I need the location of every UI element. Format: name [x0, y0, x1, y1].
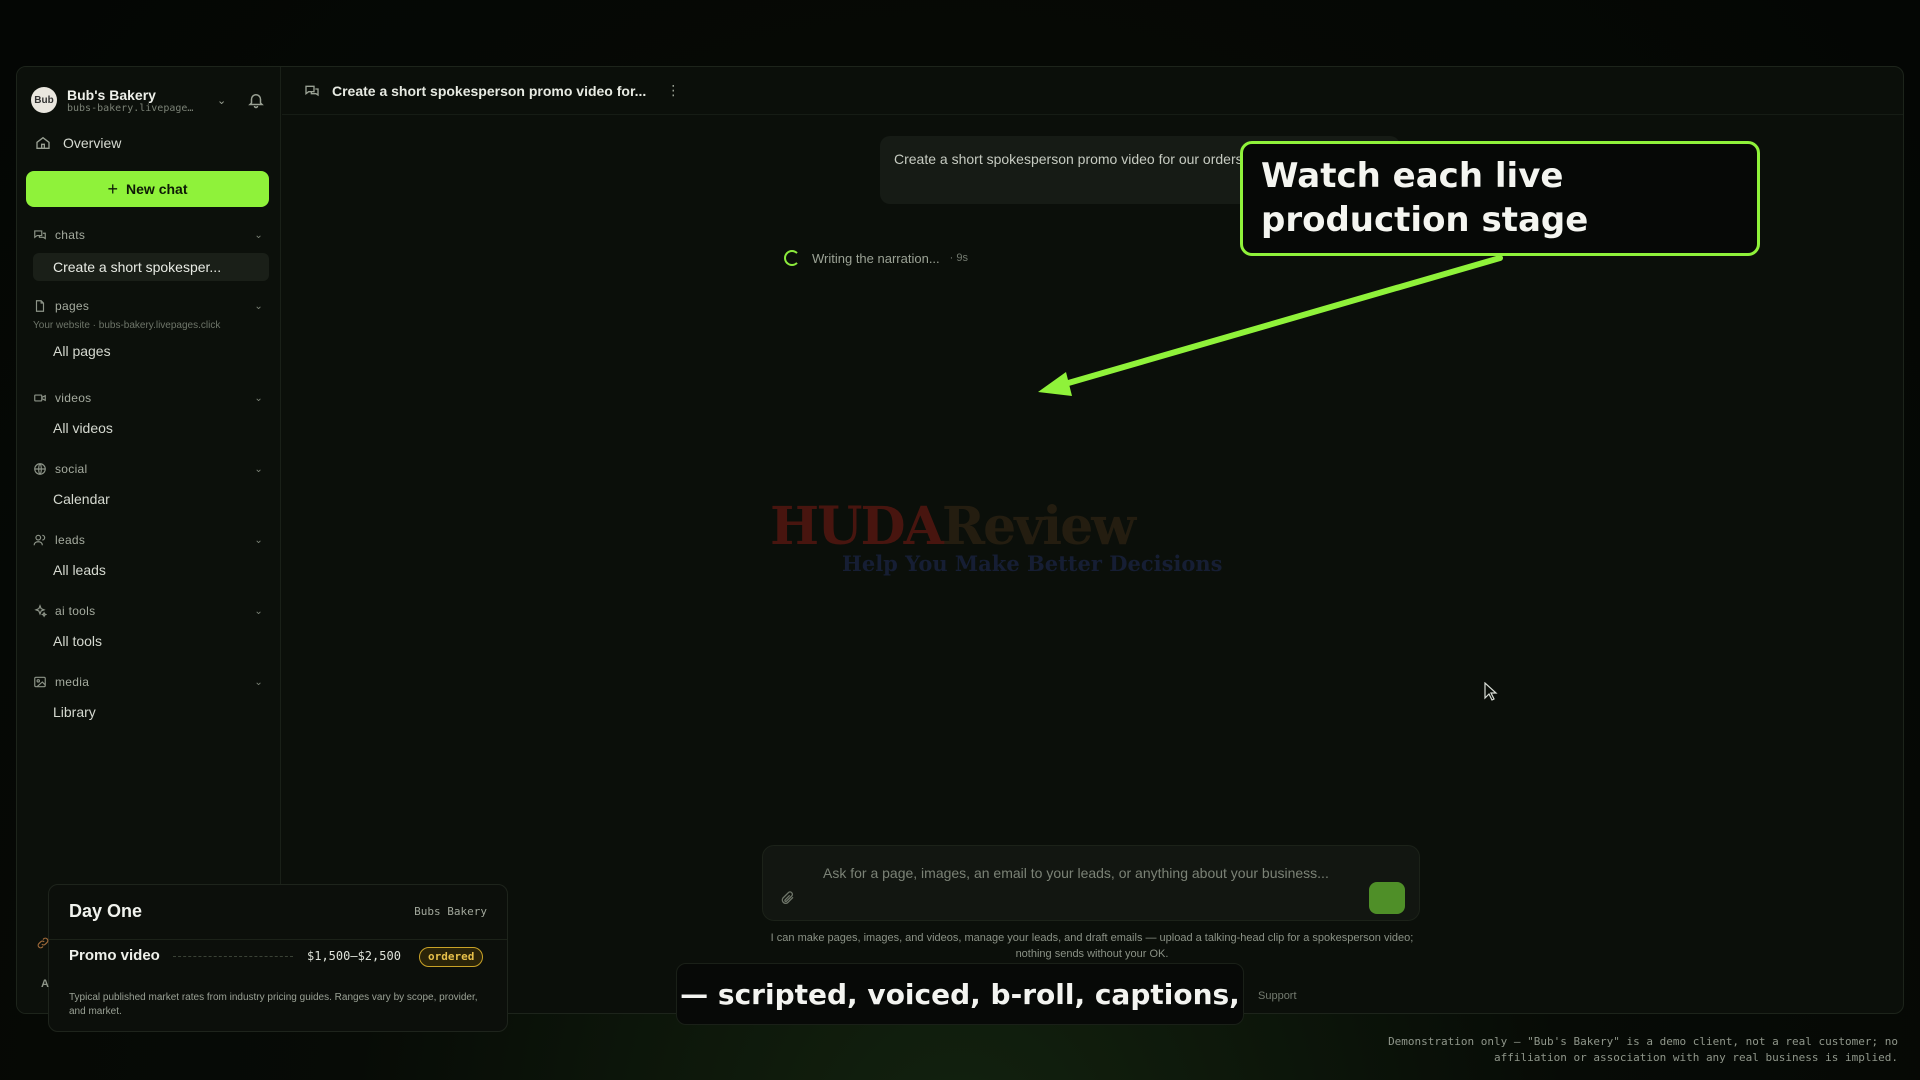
watermark-tagline: Help You Make Better Decisions: [842, 551, 1223, 576]
send-button[interactable]: [1369, 882, 1405, 914]
workspace-name: Bub's Bakery: [67, 86, 156, 103]
section-label: leads: [55, 533, 86, 547]
website-url: Your website · bubs-bakery.livepages.cli…: [33, 320, 221, 331]
sidebar-section-ai-tools: ai tools ⌄ All tools: [33, 603, 263, 649]
sidebar-item-label: Overview: [63, 135, 122, 151]
card-item: Promo video: [69, 947, 160, 964]
sidebar-item-all-videos[interactable]: All videos: [53, 420, 263, 436]
chat-bubbles-icon: [305, 85, 319, 96]
callout-box: Watch each live production stage: [1240, 141, 1760, 256]
workspace-text: Bub's Bakery bubs-bakery.livepage…: [67, 87, 205, 114]
screen: Bub Bub's Bakery bubs-bakery.livepage… ⌄…: [0, 0, 1920, 1080]
generation-status: Writing the narration... · 9s: [784, 250, 968, 266]
sidebar-item-all-tools[interactable]: All tools: [53, 633, 263, 649]
paperclip-icon[interactable]: [779, 890, 795, 906]
sidebar-section-pages: pages ⌄ Your website · bubs-bakery.livep…: [33, 298, 263, 359]
section-header-pages[interactable]: pages ⌄: [33, 298, 263, 314]
callout-line-2: production stage: [1261, 200, 1589, 240]
link-icon: [37, 937, 49, 949]
workspace-url: bubs-bakery.livepage…: [67, 102, 194, 114]
card-divider: [49, 939, 507, 940]
sidebar-section-chats: chats ⌄ Create a short spokesper...: [33, 227, 269, 281]
card-title: Day One: [69, 901, 143, 921]
section-header-leads[interactable]: leads ⌄: [33, 532, 263, 548]
section-header-media[interactable]: media ⌄: [33, 674, 263, 690]
sidebar-item-calendar[interactable]: Calendar: [53, 491, 263, 507]
workspace-switcher[interactable]: Bub Bub's Bakery bubs-bakery.livepage… ⌄: [31, 83, 267, 117]
home-icon: [36, 136, 50, 149]
section-header-social[interactable]: social ⌄: [33, 461, 263, 477]
callout-line-1: Watch each live: [1261, 156, 1564, 196]
status-badge: ordered: [419, 947, 484, 967]
chevron-down-icon[interactable]: ⌄: [254, 230, 263, 241]
disclaimer: Demonstration only — "Bub's Bakery" is a…: [1210, 1034, 1898, 1066]
sidebar-section-leads: leads ⌄ All leads: [33, 532, 263, 578]
price-card: Day One Bubs Bakery Promo video $1,500–$…: [48, 884, 508, 1032]
workspace-avatar: Bub: [31, 87, 57, 113]
section-header-videos[interactable]: videos ⌄: [33, 390, 263, 406]
card-price: $1,500–$2,500: [307, 949, 401, 963]
disclaimer-line-1: Demonstration only — "Bub's Bakery" is a…: [1388, 1035, 1898, 1048]
card-fine-print: Typical published market rates from indu…: [69, 992, 478, 1017]
chevron-down-icon[interactable]: ⌄: [254, 606, 263, 617]
sidebar: Bub Bub's Bakery bubs-bakery.livepage… ⌄…: [17, 67, 281, 1013]
chat-item[interactable]: Create a short spokesper...: [33, 253, 269, 281]
sidebar-section-videos: videos ⌄ All videos: [33, 390, 263, 436]
chevron-down-icon[interactable]: ⌄: [254, 677, 263, 688]
section-label: videos: [55, 391, 92, 405]
chevron-down-icon[interactable]: ⌄: [254, 301, 263, 312]
video-camera-icon: [34, 394, 46, 402]
bell-icon[interactable]: [247, 91, 265, 109]
composer-hint: I can make pages, images, and videos, ma…: [770, 932, 1414, 960]
sidebar-section-social: social ⌄ Calendar: [33, 461, 263, 507]
loading-spinner-icon: [784, 250, 800, 266]
section-label: pages: [55, 299, 90, 313]
section-label: ai tools: [55, 604, 96, 618]
chat-composer[interactable]: Ask for a page, images, an email to your…: [762, 845, 1420, 921]
status-time: · 9s: [949, 252, 968, 264]
globe-icon: [34, 463, 46, 475]
more-vertical-icon[interactable]: ⋮: [666, 82, 680, 99]
chat-header: Create a short spokesperson promo video …: [282, 67, 1903, 115]
sidebar-section-media: media ⌄ Library: [33, 674, 263, 720]
composer-placeholder[interactable]: Ask for a page, images, an email to your…: [823, 862, 1343, 885]
chevron-down-icon[interactable]: ⌄: [254, 464, 263, 475]
status-text: Writing the narration...: [812, 250, 940, 266]
section-label: social: [55, 462, 88, 476]
dotted-leader: [173, 956, 293, 957]
watermark-brand: HUDAReview: [770, 496, 1136, 557]
section-header-ai-tools[interactable]: ai tools ⌄: [33, 603, 263, 619]
disclaimer-line-2: affiliation or association with any real…: [1494, 1051, 1898, 1064]
section-label: chats: [55, 228, 86, 242]
sparkles-icon: [34, 604, 47, 618]
new-chat-label: New chat: [126, 181, 188, 197]
plus-icon: +: [107, 178, 119, 199]
users-icon: [33, 534, 46, 546]
card-client: Bubs Bakery: [414, 905, 487, 918]
chevron-down-icon[interactable]: ⌄: [254, 535, 263, 546]
sidebar-item-all-pages[interactable]: All pages: [53, 343, 263, 359]
sidebar-item-all-leads[interactable]: All leads: [53, 562, 263, 578]
section-header-chats[interactable]: chats ⌄: [33, 227, 263, 243]
watermark: HUDAReview Help You Make Better Decision…: [770, 496, 1222, 576]
video-caption: — scripted, voiced, b-roll, captions,: [676, 963, 1244, 1025]
chevron-down-icon[interactable]: ⌄: [217, 94, 233, 107]
image-icon: [34, 676, 46, 688]
chevron-down-icon[interactable]: ⌄: [254, 393, 263, 404]
file-icon: [35, 300, 45, 312]
mouse-cursor-icon: [1484, 682, 1498, 701]
section-label: media: [55, 675, 90, 689]
support-link[interactable]: Support: [1258, 990, 1297, 1002]
sidebar-footer-letter: A: [41, 978, 49, 990]
sidebar-item-library[interactable]: Library: [53, 704, 263, 720]
sidebar-item-overview[interactable]: Overview: [35, 135, 121, 151]
chat-title: Create a short spokesperson promo video …: [332, 82, 647, 99]
chat-bubbles-icon: [34, 230, 46, 240]
new-chat-button[interactable]: + New chat: [26, 171, 269, 207]
